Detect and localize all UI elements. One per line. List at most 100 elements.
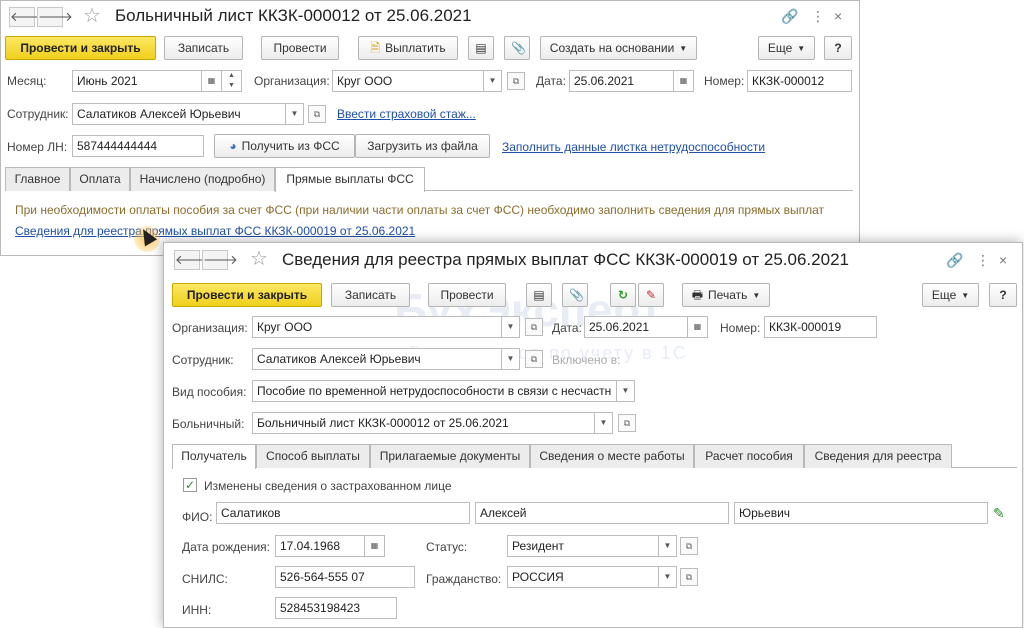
changed-insured-checkbox[interactable]: ✓ [183,478,197,492]
number-field[interactable]: ККЗК-000019 [764,316,877,338]
close-icon[interactable]: × [834,8,842,24]
month-label: Месяц: [7,74,47,88]
chevron-down-icon[interactable]: ▼ [659,566,677,588]
calendar-icon[interactable]: ▦ [674,70,694,92]
date-field[interactable]: 25.06.2021 [569,70,674,92]
more-vertical-icon[interactable]: ⋮ [976,252,990,268]
attach-paperclip-icon[interactable]: 📎 [562,283,588,307]
chevron-down-icon[interactable]: ▼ [484,70,502,92]
get-from-fss-button[interactable]: ◕ Получить из ФСС [214,134,355,158]
refresh-icon[interactable]: ↻ [610,283,636,307]
clear-icon[interactable]: ✎ [638,283,664,307]
chevron-down-icon[interactable]: ▼ [286,103,304,125]
link-icon[interactable]: 🔗 [946,252,963,268]
post-and-close-button[interactable]: Провести и закрыть [5,36,156,60]
attach-paperclip-icon[interactable]: 📎 [504,36,530,60]
last-name-field[interactable]: Салатиков [216,502,470,524]
print-button[interactable]: 🖶 Печать ▼ [682,283,770,307]
help-button[interactable]: ? [824,36,852,60]
printer-icon: 🖶 [691,288,704,302]
calendar-icon[interactable]: ▦ [365,535,385,557]
back-arrow-icon[interactable]: 🡐 [174,250,210,270]
tab-accrued-detail[interactable]: Начислено (подробно) [130,167,275,191]
post-button[interactable]: Провести [261,36,339,60]
tab-benefit-calculation[interactable]: Расчет пособия [694,444,804,468]
calendar-icon[interactable]: ▦ [688,316,708,338]
open-icon[interactable]: ⧉ [680,537,698,555]
post-button[interactable]: Провести [428,283,506,307]
tab-direct-payments-fss[interactable]: Прямые выплаты ФСС [275,167,425,192]
patronymic-field[interactable]: Юрьевич [734,502,988,524]
create-based-on-button[interactable]: Создать на основании ▼ [540,36,697,60]
tab-workplace-info[interactable]: Сведения о месте работы [530,444,694,468]
employee-field[interactable]: Салатиков Алексей Юрьевич [72,103,286,125]
tab-payment-method[interactable]: Способ выплаты [256,444,370,468]
open-icon[interactable]: ⧉ [618,414,636,432]
number-field[interactable]: ККЗК-000012 [747,70,852,92]
more-vertical-icon[interactable]: ⋮ [811,8,825,24]
tab-recipient[interactable]: Получатель [172,444,256,469]
favorite-star-icon[interactable]: ☆ [83,6,101,26]
save-button[interactable]: Записать [164,36,243,60]
date-field[interactable]: 25.06.2021 [584,316,688,338]
chevron-down-icon[interactable]: ▼ [659,535,677,557]
more-button[interactable]: Еще ▼ [922,283,979,307]
month-field[interactable]: Июнь 2021 [72,70,202,92]
tab-main[interactable]: Главное [5,167,70,191]
snils-field[interactable]: 526-564-555 07 [275,566,415,588]
open-icon[interactable]: ⧉ [507,72,525,90]
chevron-down-icon: ▼ [679,43,688,53]
tab-payment[interactable]: Оплата [70,167,130,191]
chevron-down-icon[interactable]: ▼ [617,380,635,402]
sick-leave-field[interactable]: Больничный лист ККЗК-000012 от 25.06.202… [252,412,595,434]
status-field[interactable]: Резидент [507,535,659,557]
first-name-field[interactable]: Алексей [475,502,729,524]
benefit-type-field[interactable]: Пособие по временной нетрудоспособности … [252,380,617,402]
save-button[interactable]: Записать [331,283,410,307]
register-icon[interactable]: ▤ [526,283,552,307]
chevron-down-icon[interactable]: ▼ [595,412,613,434]
fss-globe-icon: ◕ [229,139,237,153]
link-icon[interactable]: 🔗 [781,8,798,24]
month-spinner[interactable]: ▲ ▼ [222,70,242,92]
calendar-icon[interactable]: ▦ [202,70,222,92]
chevron-down-icon[interactable]: ▼ [502,316,520,338]
employee-field[interactable]: Салатиков Алексей Юрьевич [252,348,502,370]
citizenship-field[interactable]: РОССИЯ [507,566,659,588]
employee-label: Сотрудник: [7,107,69,121]
register-icon[interactable]: ▤ [468,36,494,60]
forward-arrow-icon[interactable]: 🡒 [37,7,73,27]
insurance-experience-link[interactable]: Ввести страховой стаж... [337,106,476,122]
open-icon[interactable]: ⧉ [308,105,326,123]
organization-field[interactable]: Круг ООО [252,316,502,338]
open-icon[interactable]: ⧉ [680,568,698,586]
open-icon[interactable]: ⧉ [525,350,543,368]
ln-number-field[interactable]: 587444444444 [72,135,204,157]
tab-registry-info[interactable]: Сведения для реестра [804,444,952,468]
inn-field[interactable]: 528453198423 [275,597,397,619]
organization-label: Организация: [254,74,330,88]
help-button[interactable]: ? [989,283,1017,307]
close-icon[interactable]: × [999,252,1007,268]
status-label: Статус: [426,540,468,554]
back-arrow-icon[interactable]: 🡐 [9,7,45,27]
pay-button[interactable]: 🗎 Выплатить [358,36,458,60]
registry-info-link[interactable]: Сведения для реестра прямых выплат ФСС К… [15,223,415,239]
direct-payments-note: При необходимости оплаты пособия за счет… [15,203,825,217]
favorite-star-icon[interactable]: ☆ [250,249,268,269]
chevron-down-icon[interactable]: ▼ [502,348,520,370]
load-from-file-button[interactable]: Загрузить из файла [355,134,490,158]
employee-label: Сотрудник: [172,353,234,367]
edit-name-icon[interactable]: ✎ [993,505,1005,522]
forward-arrow-icon[interactable]: 🡒 [202,250,238,270]
more-button[interactable]: Еще ▼ [758,36,815,60]
tab-bar: Главное Оплата Начислено (подробно) Прям… [5,167,853,192]
post-and-close-button[interactable]: Провести и закрыть [172,283,322,307]
fill-sick-leave-data-link[interactable]: Заполнить данные листка нетрудоспособнос… [502,139,765,155]
tab-attached-documents[interactable]: Прилагаемые документы [370,444,530,468]
organization-field[interactable]: Круг ООО [332,70,484,92]
fio-label: ФИО: [182,510,213,524]
open-icon[interactable]: ⧉ [525,318,543,336]
birth-date-field[interactable]: 17.04.1968 [275,535,365,557]
birth-date-label: Дата рождения: [182,540,270,554]
